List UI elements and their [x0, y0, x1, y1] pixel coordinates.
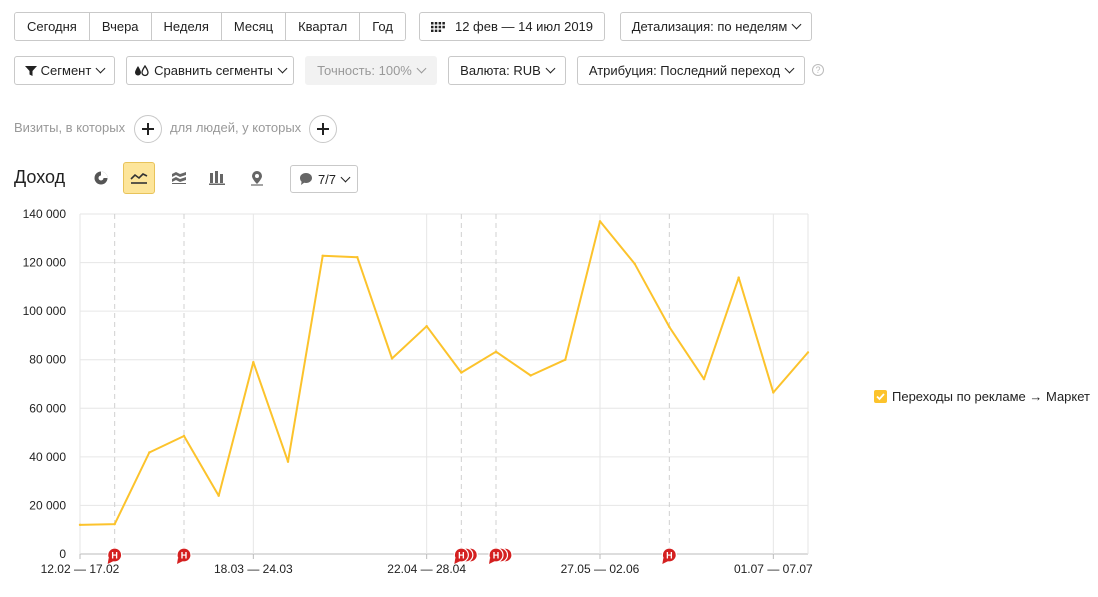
y-tick-label: 0 [59, 547, 66, 561]
note-marker-label: Н [666, 551, 673, 561]
map-pin-icon [251, 171, 263, 186]
note-marker-label: Н [111, 551, 118, 561]
add-visit-condition-button[interactable] [134, 115, 162, 143]
data-point [148, 451, 151, 454]
y-tick-label: 120 000 [23, 256, 67, 270]
chevron-down-icon [791, 19, 802, 30]
period-month[interactable]: Месяц [221, 13, 287, 40]
detail-dropdown[interactable]: Детализация: по неделям [620, 12, 812, 41]
compare-segments-button[interactable]: Сравнить сегменты [126, 56, 294, 85]
data-point [460, 371, 463, 374]
attribution-dropdown[interactable]: Атрибуция: Последний переход [577, 56, 805, 85]
data-point [633, 262, 636, 265]
date-range-label: 12 фев — 14 июл 2019 [454, 19, 594, 34]
line-chart-button[interactable] [123, 162, 155, 194]
people-condition-label: для людей, у которых [170, 120, 302, 135]
data-point [182, 434, 186, 438]
map-chart-button[interactable] [241, 162, 273, 194]
data-point [598, 220, 602, 223]
period-selector: Сегодня Вчера Неделя Месяц Квартал Год [14, 12, 406, 41]
currency-label: Валюта: RUB [460, 63, 541, 78]
notes-counter-button[interactable]: 7/7 [290, 165, 358, 193]
data-point [564, 358, 567, 361]
data-point [772, 391, 775, 394]
currency-dropdown[interactable]: Валюта: RUB [448, 56, 566, 85]
help-icon[interactable]: ? [812, 64, 824, 76]
comment-icon [299, 173, 312, 185]
data-point [425, 325, 428, 328]
chevron-down-icon [545, 63, 556, 74]
area-chart-button[interactable] [163, 162, 195, 194]
y-tick-label: 100 000 [23, 304, 67, 318]
x-tick-label: 22.04 — 28.04 [387, 562, 466, 576]
note-marker-label: Н [493, 551, 500, 561]
data-point [668, 325, 671, 329]
segment-button[interactable]: Сегмент [14, 56, 115, 85]
data-point [702, 377, 706, 381]
x-tick-label: 01.07 — 07.07 [734, 562, 813, 576]
period-quarter[interactable]: Квартал [286, 13, 361, 40]
attribution-label: Атрибуция: Последний переход [588, 63, 781, 78]
x-tick-label: 18.03 — 24.03 [214, 562, 293, 576]
x-tick-label: 12.02 — 17.02 [41, 562, 120, 576]
area-chart-icon [172, 172, 186, 184]
x-tick-label: 27.05 — 02.06 [561, 562, 640, 576]
data-point [217, 494, 220, 497]
compare-label: Сравнить сегменты [154, 63, 273, 78]
data-point [494, 350, 498, 353]
chevron-down-icon [95, 63, 106, 74]
data-point [113, 522, 116, 526]
add-people-condition-button[interactable] [309, 115, 337, 143]
segment-label: Сегмент [40, 63, 92, 78]
chevron-down-icon [416, 63, 427, 74]
accuracy-dropdown[interactable]: Точность: 100% [305, 56, 437, 85]
y-tick-label: 140 000 [23, 207, 67, 221]
note-marker-label: Н [181, 551, 188, 561]
y-tick-label: 60 000 [29, 401, 66, 415]
legend-checkbox[interactable] [874, 390, 887, 403]
y-tick-label: 80 000 [29, 353, 66, 367]
chevron-down-icon [340, 172, 351, 182]
data-point [390, 357, 394, 360]
data-point [737, 276, 740, 279]
data-point [78, 523, 82, 527]
data-point [529, 374, 532, 377]
revenue-line-chart: 0 20 000 40 000 60 000 80 000 100 000 120 000 1… [23, 207, 813, 576]
period-today[interactable]: Сегодня [15, 13, 90, 40]
period-yesterday[interactable]: Вчера [89, 13, 152, 40]
data-point [286, 460, 290, 463]
notes-counter-label: 7/7 [317, 171, 337, 187]
calendar-icon [430, 21, 445, 32]
y-tick-label: 20 000 [29, 498, 66, 512]
chevron-down-icon [277, 63, 288, 74]
data-point [252, 360, 255, 364]
filter-icon [24, 65, 37, 76]
data-point [321, 254, 324, 257]
date-range-button[interactable]: 12 фев — 14 июл 2019 [419, 12, 605, 41]
detail-label: Детализация: по неделям [631, 19, 788, 34]
data-point [806, 351, 810, 354]
bar-chart-button[interactable] [201, 162, 233, 194]
legend-series-label[interactable]: Переходы по рекламе → Маркет [892, 389, 1090, 404]
period-year[interactable]: Год [360, 13, 405, 40]
series-line [79, 220, 809, 526]
chart-title: Доход [14, 167, 66, 187]
period-week[interactable]: Неделя [151, 13, 222, 40]
accuracy-label: Точность: 100% [317, 63, 412, 78]
pie-chart-icon [94, 171, 108, 185]
note-marker-label: Н [458, 551, 465, 561]
pie-chart-button[interactable] [85, 162, 117, 194]
visits-condition-label: Визиты, в которых [14, 120, 126, 135]
bar-chart-icon [209, 171, 225, 185]
line-chart-icon [130, 173, 148, 184]
data-point [356, 256, 359, 259]
y-tick-label: 40 000 [29, 450, 66, 464]
check-icon [876, 393, 885, 401]
chevron-down-icon [784, 63, 795, 74]
drops-icon [135, 64, 149, 76]
